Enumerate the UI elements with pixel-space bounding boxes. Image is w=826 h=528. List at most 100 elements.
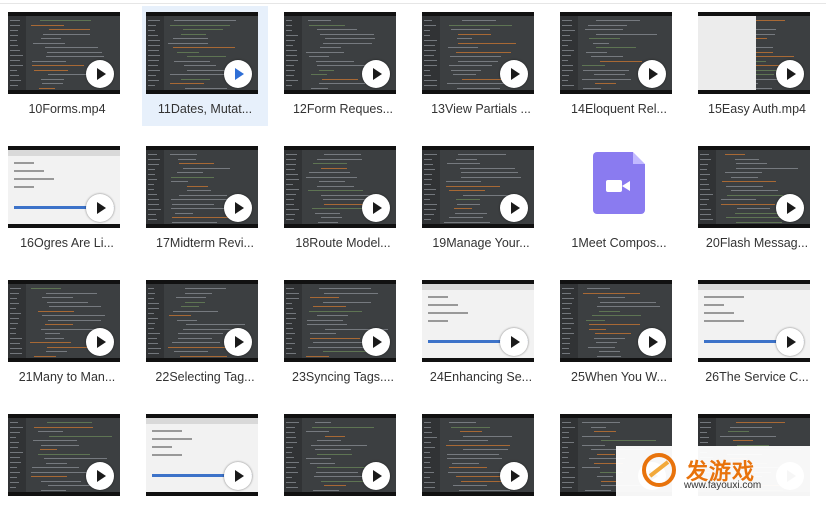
file-item[interactable]: 11Dates, Mutat... <box>142 6 268 126</box>
tree-line <box>286 174 298 175</box>
code-line <box>177 319 197 321</box>
code-line <box>179 163 214 164</box>
editor-sidebar <box>146 284 164 358</box>
tree-line <box>424 65 437 66</box>
tree-line <box>562 50 574 51</box>
tree-line <box>10 70 17 71</box>
code-line <box>185 301 205 303</box>
code-line <box>47 301 88 303</box>
file-item[interactable]: 21Many to Man... <box>4 274 130 394</box>
code-line <box>588 24 627 26</box>
file-item[interactable]: 10Forms.mp4 <box>4 6 130 126</box>
tree-line <box>424 462 430 463</box>
code-line <box>461 176 521 178</box>
code-line <box>451 426 490 428</box>
tree-line <box>700 437 709 438</box>
file-item[interactable]: 17Midterm Revi... <box>142 140 268 260</box>
tree-line <box>286 477 292 478</box>
code-line <box>582 422 620 423</box>
code-line <box>591 56 623 57</box>
code-line <box>186 324 245 325</box>
tree-line <box>286 214 295 215</box>
file-item[interactable] <box>4 408 130 528</box>
file-item[interactable]: 19Manage Your... <box>418 140 544 260</box>
tree-line <box>148 288 154 289</box>
tree-line <box>562 333 574 334</box>
tree-line <box>286 323 292 324</box>
code-line <box>175 212 193 214</box>
code-line <box>173 47 235 48</box>
code-line <box>179 194 227 196</box>
code-line <box>306 355 329 357</box>
code-line <box>309 310 362 312</box>
code-line <box>181 33 206 35</box>
code-line <box>181 78 210 80</box>
text-line <box>152 446 172 448</box>
tree-line <box>10 472 20 473</box>
file-item[interactable]: 15Easy Auth.mp4 <box>694 6 820 126</box>
file-item[interactable]: 23Syncing Tags.... <box>280 274 406 394</box>
code-line <box>321 167 347 169</box>
file-item[interactable]: 24Enhancing Se... <box>418 274 544 394</box>
tree-line <box>10 75 19 76</box>
tree-line <box>148 80 159 81</box>
code-line <box>324 485 346 486</box>
code-line <box>735 158 759 160</box>
file-item[interactable]: 1Meet Compos... <box>556 140 682 260</box>
file-item[interactable]: 18Route Model... <box>280 140 406 260</box>
code-line <box>458 42 516 44</box>
video-thumbnail <box>8 12 120 94</box>
tree-line <box>562 442 574 443</box>
code-line <box>593 42 609 44</box>
code-line <box>583 292 640 294</box>
video-thumbnail <box>284 414 396 496</box>
code-line <box>594 337 625 339</box>
file-item[interactable] <box>418 408 544 528</box>
code-line <box>449 422 476 423</box>
file-item[interactable] <box>142 408 268 528</box>
file-item[interactable]: 13View Partials ... <box>418 6 544 126</box>
code-line <box>725 172 762 173</box>
code-line <box>456 158 477 160</box>
tree-line <box>10 432 20 433</box>
tree-line <box>286 184 293 185</box>
file-name: 26The Service C... <box>705 370 809 384</box>
code-line <box>449 467 487 468</box>
code-line <box>313 342 369 343</box>
tree-line <box>286 467 296 468</box>
tree-line <box>700 209 711 210</box>
code-line <box>172 203 214 205</box>
tree-line <box>286 20 292 21</box>
tree-line <box>148 25 156 26</box>
tree-line <box>286 487 298 488</box>
tree-line <box>10 288 21 289</box>
tree-line <box>286 60 298 61</box>
tree-line <box>424 60 437 61</box>
file-item[interactable]: 16Ogres Are Li... <box>4 140 130 260</box>
code-line <box>308 190 363 191</box>
code-line <box>458 60 498 62</box>
code-line <box>447 83 506 84</box>
file-item[interactable]: 26The Service C... <box>694 274 820 394</box>
file-item[interactable]: 22Selecting Tag... <box>142 274 268 394</box>
tree-line <box>700 169 707 170</box>
letterbox-bottom <box>146 90 258 94</box>
file-item[interactable]: 25When You W... <box>556 274 682 394</box>
file-item[interactable]: 12Form Reques... <box>280 6 406 126</box>
code-line <box>317 440 341 441</box>
tree-line <box>424 55 434 56</box>
code-line <box>31 288 61 289</box>
code-line <box>42 83 63 84</box>
tree-line <box>148 348 161 349</box>
file-item[interactable] <box>280 408 406 528</box>
tree-line <box>424 35 430 36</box>
file-item[interactable]: 20Flash Messag... <box>694 140 820 260</box>
text-line <box>14 170 44 172</box>
code-line <box>452 462 479 464</box>
tree-line <box>10 25 20 26</box>
video-thumbnail <box>8 414 120 496</box>
file-item[interactable]: 14Eloquent Rel... <box>556 6 682 126</box>
code-line <box>595 333 631 334</box>
tree-line <box>10 45 18 46</box>
code-line <box>323 42 372 44</box>
